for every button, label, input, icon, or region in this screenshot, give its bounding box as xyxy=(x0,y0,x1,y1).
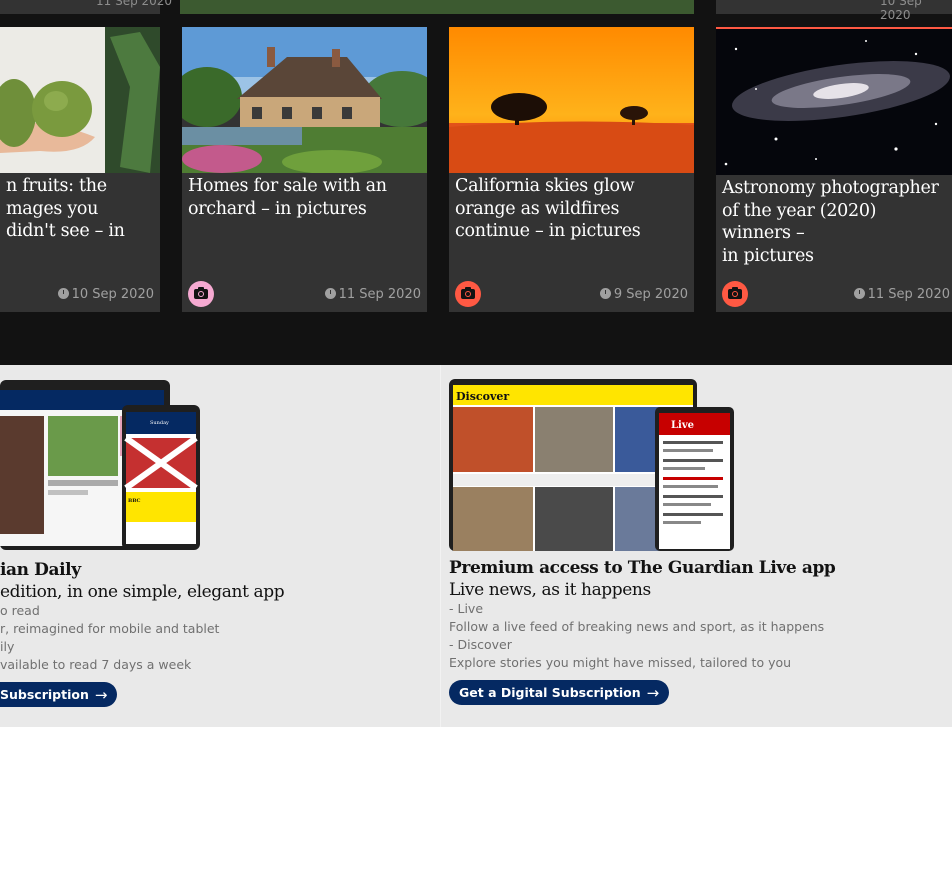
digital-subscription-button[interactable]: Get a Digital Subscription → xyxy=(449,680,670,705)
daily-subscription-button[interactable]: Subscription → xyxy=(0,682,118,707)
clock-icon xyxy=(853,288,865,299)
clock-icon xyxy=(599,288,611,299)
live-app-promo-line: - Discover xyxy=(449,637,512,652)
gallery-card-astronomy[interactable]: Astronomy photographer of the year (2020… xyxy=(716,27,952,312)
card-image xyxy=(182,27,427,173)
live-app-promo-line: Follow a live feed of breaking news and … xyxy=(449,619,825,634)
card-headline: California skies glow orange as wildfire… xyxy=(455,176,641,241)
card-meta: 11 Sep 2020 xyxy=(716,278,952,312)
daily-promo: ian Daily edition, in one simple, elegan… xyxy=(0,560,285,707)
gallery-card-california[interactable]: California skies glow orange as wildfire… xyxy=(449,27,694,312)
live-app-promo-subtitle: Live news, as it happens xyxy=(449,580,651,600)
live-app-promo-title: Premium access to The Guardian Live app xyxy=(449,558,836,578)
previous-card-strip[interactable] xyxy=(180,0,694,14)
camera-icon xyxy=(722,281,748,307)
phone-headline: BBC xyxy=(128,498,141,504)
live-app-promo-line: Explore stories you might have missed, t… xyxy=(449,655,792,670)
daily-promo-line: vailable to read 7 days a week xyxy=(0,657,192,672)
clock-icon xyxy=(57,288,69,299)
card-headline: n fruits: the mages you didn't see – in xyxy=(6,176,125,241)
card-image xyxy=(449,27,694,173)
card-date: 11 Sep 2020 xyxy=(853,287,950,302)
daily-devices-illustration: Sunday BBC xyxy=(0,380,200,550)
live-app-promo-line: - Live xyxy=(449,601,484,616)
card-headline: Homes for sale with an orchard – in pict… xyxy=(188,176,387,219)
camera-icon xyxy=(455,281,481,307)
card-meta: 10 Sep 2020 xyxy=(0,278,160,312)
live-app-promo: Premium access to The Guardian Live app … xyxy=(449,558,836,705)
previous-card-date: 10 Sep 2020 xyxy=(880,0,922,22)
previous-card-date: 11 Sep 2020 xyxy=(96,0,173,8)
card-image xyxy=(0,27,160,173)
card-date: 10 Sep 2020 xyxy=(57,287,154,302)
card-image xyxy=(716,29,952,175)
daily-promo-line: r, reimagined for mobile and tablet xyxy=(0,621,220,636)
daily-promo-line: ily xyxy=(0,639,15,654)
clock-icon xyxy=(324,288,336,299)
arrow-right-icon: → xyxy=(94,685,108,704)
card-meta: 11 Sep 2020 xyxy=(182,278,427,312)
card-meta: 9 Sep 2020 xyxy=(449,278,694,312)
live-app-devices-illustration: Discover Live xyxy=(449,379,734,551)
daily-promo-title: ian Daily xyxy=(0,560,81,580)
phone-masthead: Sunday xyxy=(150,420,169,426)
daily-promo-subtitle: edition, in one simple, elegant app xyxy=(0,582,285,602)
promo-section: Sunday BBC ian Daily edition, in one sim… xyxy=(0,365,952,727)
card-date: 9 Sep 2020 xyxy=(599,287,688,302)
camera-icon xyxy=(188,281,214,307)
live-label: Live xyxy=(671,420,694,431)
daily-promo-line: o read xyxy=(0,603,40,618)
arrow-right-icon: → xyxy=(646,683,660,702)
promo-divider xyxy=(440,365,441,727)
gallery-card-fruits[interactable]: n fruits: the mages you didn't see – in … xyxy=(0,27,160,312)
gallery-card-homes[interactable]: Homes for sale with an orchard – in pict… xyxy=(182,27,427,312)
card-date: 11 Sep 2020 xyxy=(324,287,421,302)
discover-label: Discover xyxy=(456,390,509,403)
card-headline: Astronomy photographer of the year (2020… xyxy=(722,178,939,266)
gallery-section: 11 Sep 2020 10 Sep 2020 n fruits: the ma… xyxy=(0,0,952,365)
